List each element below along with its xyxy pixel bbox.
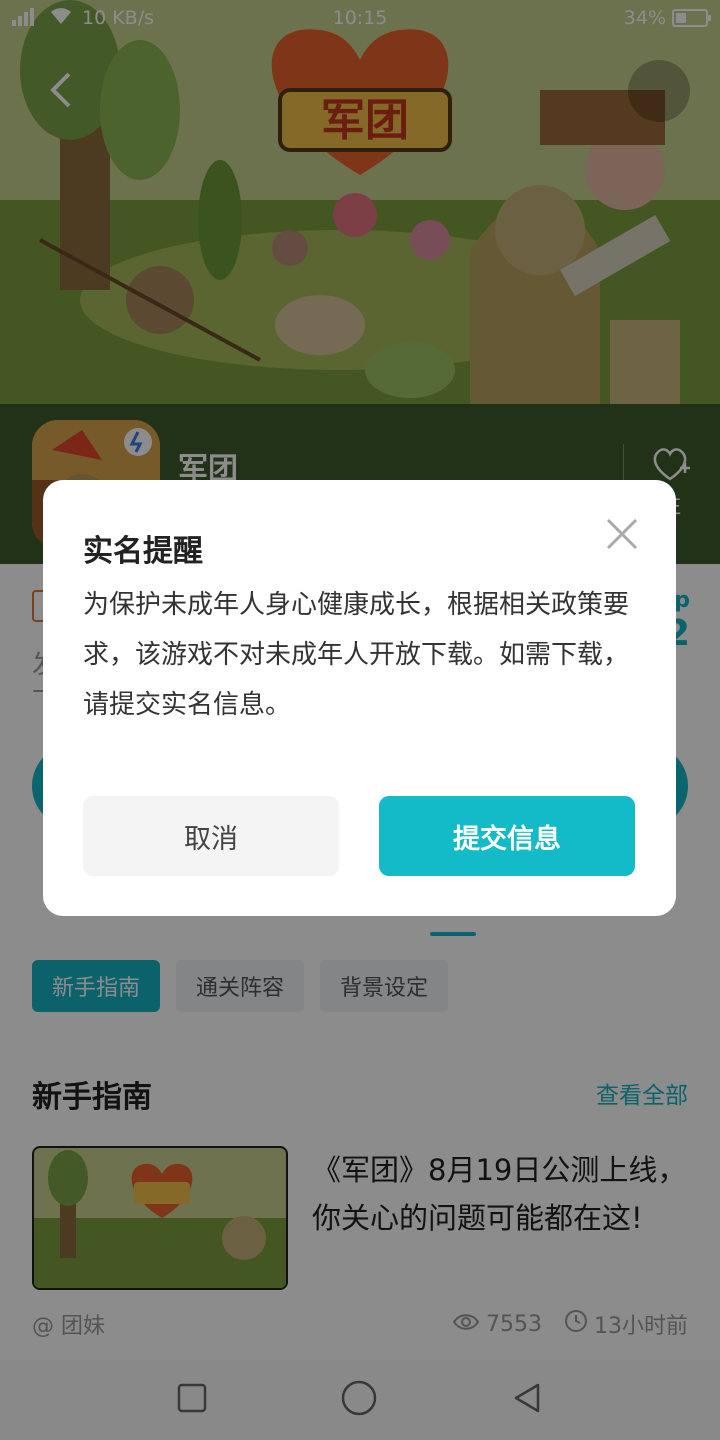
close-button[interactable] bbox=[604, 516, 640, 552]
dialog-title: 实名提醒 bbox=[83, 534, 203, 569]
close-icon bbox=[604, 518, 640, 556]
submit-info-button[interactable]: 提交信息 bbox=[379, 796, 635, 876]
real-name-dialog: 实名提醒 为保护未成年人身心健康成长，根据相关政策要求，该游戏不对未成年人开放下… bbox=[43, 480, 676, 916]
dialog-message: 为保护未成年人身心健康成长，根据相关政策要求，该游戏不对未成年人开放下载。如需下… bbox=[83, 590, 630, 720]
cancel-button[interactable]: 取消 bbox=[83, 796, 339, 876]
